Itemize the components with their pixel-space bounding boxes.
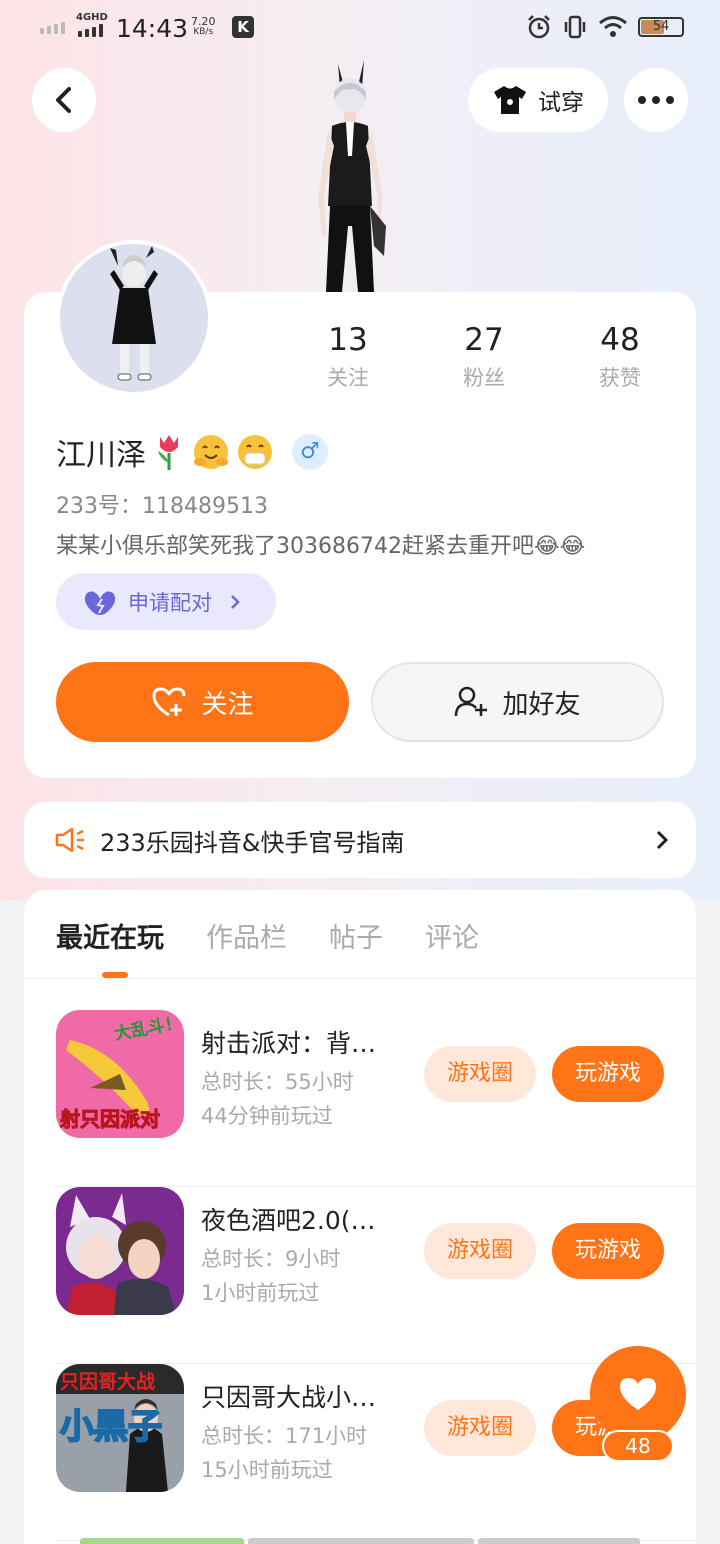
game-row[interactable]: 大乱斗！ 射只因派对 射击派对：背… 总时长：55小时 44分钟前玩过 游戏圈 …: [56, 1010, 696, 1187]
follow-button[interactable]: 关注: [56, 662, 349, 742]
network-speed: 7.20 KB/s: [191, 16, 216, 38]
stat-likes-count: 48: [600, 322, 640, 358]
game-title: 夜色酒吧2.0(…: [201, 1206, 376, 1235]
heart-pair-icon: [84, 591, 116, 615]
request-pair-label: 申请配对: [128, 590, 212, 615]
game-duration: 总时长：171小时: [201, 1424, 368, 1448]
game-icon[interactable]: [56, 1187, 184, 1315]
game-title: 只因哥大战小…: [201, 1383, 377, 1412]
game-title: 射击派对：背…: [201, 1029, 377, 1058]
like-floating-button[interactable]: [590, 1346, 686, 1442]
game-row[interactable]: 夜色酒吧2.0(… 总时长：9小时 1小时前玩过 游戏圈 玩游戏: [56, 1187, 696, 1364]
follow-label: 关注: [201, 689, 254, 720]
game-icon-bottom-text: 射只因派对: [59, 1107, 160, 1131]
username-row: 江川泽 ♂: [56, 430, 328, 474]
play-game-button[interactable]: 玩游戏: [552, 1046, 664, 1102]
stat-likes[interactable]: 48 获赞: [570, 322, 670, 392]
chevron-right-icon: [656, 830, 669, 850]
game-last-played: 1小时前玩过: [201, 1281, 320, 1305]
tab-comments[interactable]: 评论: [425, 916, 479, 955]
username: 江川泽: [56, 438, 146, 473]
battery-icon: 54: [638, 17, 684, 37]
hugging-face-emoji-icon: [194, 435, 228, 469]
add-user-icon: [455, 686, 488, 717]
next-item-peek: [248, 1538, 474, 1544]
add-friend-button[interactable]: 加好友: [371, 662, 664, 742]
game-icon[interactable]: 大乱斗！ 射只因派对: [56, 1010, 184, 1138]
megaphone-icon: [55, 827, 84, 853]
more-dots-icon: [638, 96, 674, 104]
tab-posts[interactable]: 帖子: [329, 916, 383, 955]
stat-following-label: 关注: [327, 366, 369, 390]
game-duration: 总时长：55小时: [201, 1070, 354, 1094]
more-options-button[interactable]: [624, 68, 688, 132]
wifi-icon: [599, 16, 627, 37]
game-last-played: 44分钟前玩过: [201, 1104, 333, 1128]
stat-fans[interactable]: 27 粉丝: [434, 322, 534, 392]
speed-value: 7.20: [191, 15, 216, 28]
tshirt-icon: [494, 86, 526, 114]
avatar-3d-figure: [300, 56, 400, 292]
speed-unit: KB/s: [193, 27, 214, 37]
user-bio: 某某小俱乐部笑死我了303686742赶紧去重开吧😂😂: [56, 534, 586, 559]
chevron-left-icon: [56, 87, 71, 113]
try-on-label: 试穿: [538, 90, 584, 116]
game-duration: 总时长：9小时: [201, 1247, 341, 1271]
heart-plus-icon: [152, 687, 186, 717]
game-icon-bottom-text: 小黑子: [60, 1407, 162, 1447]
mask-face-emoji-icon: [238, 435, 272, 469]
game-last-played: 15小时前玩过: [201, 1458, 333, 1482]
clock: 14:43: [116, 14, 189, 43]
gender-male-icon: ♂: [292, 434, 328, 470]
network-type: 4GHD: [76, 12, 108, 23]
avatar[interactable]: [56, 240, 212, 396]
battery-level: 54: [652, 19, 670, 34]
alarm-icon: [528, 15, 550, 39]
stat-fans-label: 粉丝: [463, 366, 505, 390]
signal-sim1-icon: [40, 22, 65, 34]
game-icon[interactable]: 只因哥大战 小黑子: [56, 1364, 184, 1492]
notice-text: 233乐园抖音&快手官号指南: [100, 828, 405, 857]
vibrate-icon: [564, 15, 586, 39]
tab-bar: 最近在玩 作品栏 帖子 评论: [56, 916, 479, 955]
stat-following[interactable]: 13 关注: [298, 322, 398, 392]
game-icon-top-text: 只因哥大战: [60, 1370, 155, 1393]
request-pair-button[interactable]: 申请配对: [56, 573, 276, 630]
tulip-emoji-icon: [158, 435, 178, 470]
next-item-peek: [478, 1538, 640, 1544]
tab-works[interactable]: 作品栏: [206, 916, 287, 955]
try-on-button[interactable]: 试穿: [468, 68, 608, 132]
notice-banner[interactable]: 233乐园抖音&快手官号指南: [24, 802, 696, 878]
status-bar: 4GHD 14:43 7.20 KB/s K 54: [0, 0, 720, 56]
play-game-button[interactable]: 玩游戏: [552, 1223, 664, 1279]
like-count-badge: 48: [602, 1430, 674, 1462]
chevron-right-icon: [231, 594, 240, 609]
stat-fans-count: 27: [464, 322, 504, 358]
game-circle-button[interactable]: 游戏圈: [424, 1046, 536, 1102]
back-button[interactable]: [32, 68, 96, 132]
tab-divider: [24, 978, 696, 979]
stat-following-count: 13: [328, 322, 368, 358]
tab-recent-played[interactable]: 最近在玩: [56, 916, 164, 955]
add-friend-label: 加好友: [502, 689, 581, 720]
signal-sim2-icon: [78, 24, 103, 37]
app-notification-icon: K: [232, 16, 254, 38]
game-circle-button[interactable]: 游戏圈: [424, 1223, 536, 1279]
heart-icon: [620, 1378, 656, 1410]
game-circle-button[interactable]: 游戏圈: [424, 1400, 536, 1456]
user-id[interactable]: 233号：118489513: [56, 488, 268, 520]
next-item-peek: [80, 1538, 244, 1544]
stat-likes-label: 获赞: [599, 366, 641, 390]
